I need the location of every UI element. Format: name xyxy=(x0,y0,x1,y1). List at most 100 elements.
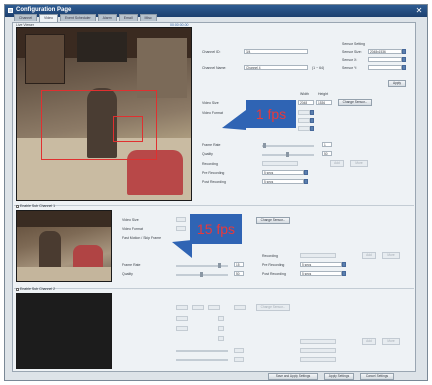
sub1-add-button[interactable]: Add xyxy=(362,252,376,259)
tab-bar: Channel Video Event Scheduler Alarm Emai… xyxy=(14,14,157,22)
sub1-recording-field[interactable] xyxy=(300,253,336,258)
sub1-quality-value-field[interactable]: 50 xyxy=(234,271,244,276)
sub2-extra-field[interactable] xyxy=(234,305,246,310)
main-add-button[interactable]: Add xyxy=(330,160,344,167)
channel-name-label: Channel Name: xyxy=(202,66,227,70)
sub1-frame-rate-value-field[interactable]: 15 xyxy=(234,262,244,267)
motion-zone-inner[interactable] xyxy=(113,116,143,142)
sensor-size-field[interactable]: 2048x1536 xyxy=(368,49,402,54)
sub1-change-sensor-button[interactable]: Change Sensor... xyxy=(256,217,290,224)
tab-event-scheduler[interactable]: Event Scheduler xyxy=(59,14,96,21)
sub2-pre-recording-field[interactable] xyxy=(300,348,336,353)
sub1-checkbox-box[interactable] xyxy=(16,204,19,208)
quality-slider-knob[interactable] xyxy=(286,152,289,157)
video-format-dropdown-icon[interactable] xyxy=(310,110,314,115)
sub1-quality-slider-knob[interactable] xyxy=(200,272,203,277)
sub1-pre-recording-field[interactable]: 5 secs xyxy=(300,262,342,267)
tab-channel[interactable]: Channel xyxy=(14,14,38,21)
video-format-label: Video Format xyxy=(202,111,223,115)
sub2-checkbox-box[interactable] xyxy=(16,287,19,291)
sub1-frame-rate-slider-knob[interactable] xyxy=(218,263,221,268)
sub1-divider xyxy=(14,205,414,206)
bitrate-dropdown-icon[interactable] xyxy=(310,126,314,131)
sub2-more-button[interactable]: More xyxy=(382,338,400,345)
frame-rate-value-field[interactable]: 1 xyxy=(322,142,332,147)
sensor-y-field[interactable] xyxy=(368,65,402,70)
sub1-quality-label: Quality xyxy=(122,272,133,276)
tab-alarm[interactable]: Alarm xyxy=(97,14,117,21)
display-shape xyxy=(137,38,187,98)
video-height-field[interactable]: 1536 xyxy=(316,100,332,105)
sub2-height-field[interactable] xyxy=(192,305,204,310)
sub2-enable-label: Enable Sub Channel 2 xyxy=(20,287,56,291)
main-channel-preview xyxy=(16,27,192,201)
sub1-video-size-field[interactable] xyxy=(176,217,186,222)
sub2-format-checkbox[interactable] xyxy=(218,316,224,321)
main-more-button[interactable]: More xyxy=(350,160,368,167)
sub2-width-field[interactable] xyxy=(176,305,188,310)
sub-fps-callout-pointer xyxy=(172,240,192,258)
sensor-setting-label: Sensor Setting xyxy=(342,42,365,46)
video-width-field[interactable]: 2048 xyxy=(298,100,314,105)
pre-recording-dropdown-icon[interactable] xyxy=(304,170,308,175)
format-option-field[interactable] xyxy=(298,118,310,123)
recording-field[interactable] xyxy=(262,161,298,166)
tab-misc[interactable]: Misc xyxy=(139,14,157,21)
sub1-video-format-field[interactable] xyxy=(176,226,186,231)
sub2-option-field[interactable] xyxy=(176,326,188,331)
sign-shape xyxy=(77,32,127,62)
sensor-x-field[interactable] xyxy=(368,57,402,62)
sensor-y-stepper-icon[interactable] xyxy=(402,65,406,70)
post-recording-field[interactable]: 5 secs xyxy=(262,179,304,184)
sub2-post-recording-field[interactable] xyxy=(300,357,336,362)
sub2-enable-checkbox[interactable]: Enable Sub Channel 2 xyxy=(16,287,55,291)
sub2-option-checkbox[interactable] xyxy=(218,326,224,331)
quality-value-field[interactable]: 50 xyxy=(322,151,332,156)
sub1-post-recording-field[interactable]: 5 secs xyxy=(300,271,342,276)
pre-recording-field[interactable]: 5 secs xyxy=(262,170,304,175)
sub1-enable-checkbox[interactable]: Enable Sub Channel 1 xyxy=(16,204,55,208)
format-option-dropdown-icon[interactable] xyxy=(310,118,314,123)
close-button[interactable]: ✕ xyxy=(414,6,424,15)
sub2-recording-field[interactable] xyxy=(300,339,336,344)
sub2-divider xyxy=(14,288,414,289)
sensor-x-stepper-icon[interactable] xyxy=(402,57,406,62)
post-recording-dropdown-icon[interactable] xyxy=(304,179,308,184)
save-apply-settings-button[interactable]: Save and Apply Settings xyxy=(268,373,318,380)
bitrate-field[interactable] xyxy=(298,126,310,131)
sub2-format-field[interactable] xyxy=(176,316,188,321)
change-sensor-button[interactable]: Change Sensor... xyxy=(338,99,372,106)
sub2-frame-rate-value-field[interactable] xyxy=(234,348,244,353)
sub2-change-sensor-button[interactable]: Change Sensor... xyxy=(256,304,290,311)
pre-recording-label: Pre Recording xyxy=(202,171,225,175)
tab-email[interactable]: Email xyxy=(118,14,138,21)
tab-video[interactable]: Video xyxy=(39,14,58,22)
sub2-frame-rate-slider[interactable] xyxy=(176,350,228,352)
sub2-quality-value-field[interactable] xyxy=(234,357,244,362)
sensor-y-label: Sensor Y: xyxy=(342,66,358,70)
channel-id-field[interactable]: 3/4 xyxy=(244,49,308,54)
sub2-preview xyxy=(16,293,112,369)
sub1-enable-label: Enable Sub Channel 1 xyxy=(20,204,56,208)
width-header: Width xyxy=(300,92,309,96)
channel-id-label: Channel ID: xyxy=(202,50,221,54)
video-format-field[interactable] xyxy=(298,110,310,115)
sub2-motion-checkbox[interactable] xyxy=(218,336,224,341)
sub2-add-button[interactable]: Add xyxy=(362,338,376,345)
apply-settings-button[interactable]: Apply Settings xyxy=(324,373,354,380)
sub2-quality-slider[interactable] xyxy=(176,359,228,361)
sensor-apply-button[interactable]: Apply xyxy=(388,80,406,87)
frame-rate-slider-knob[interactable] xyxy=(263,143,266,148)
sub1-ceiling-shape xyxy=(17,211,111,227)
shelf-shape xyxy=(25,34,65,84)
sensor-size-dropdown-icon[interactable] xyxy=(402,49,406,54)
window-title: Configuration Page xyxy=(16,7,72,13)
sub1-fast-motion-label: Fast Motion / Skip Frame xyxy=(122,236,162,240)
frame-rate-slider[interactable] xyxy=(262,145,314,147)
sub1-post-recording-dropdown-icon[interactable] xyxy=(342,271,346,276)
sub1-more-button[interactable]: More xyxy=(382,252,400,259)
channel-name-field[interactable]: Channel 4 xyxy=(244,65,308,70)
cancel-settings-button[interactable]: Cancel Settings xyxy=(360,373,394,380)
sub2-size-field[interactable] xyxy=(208,305,220,310)
sub1-pre-recording-dropdown-icon[interactable] xyxy=(342,262,346,267)
